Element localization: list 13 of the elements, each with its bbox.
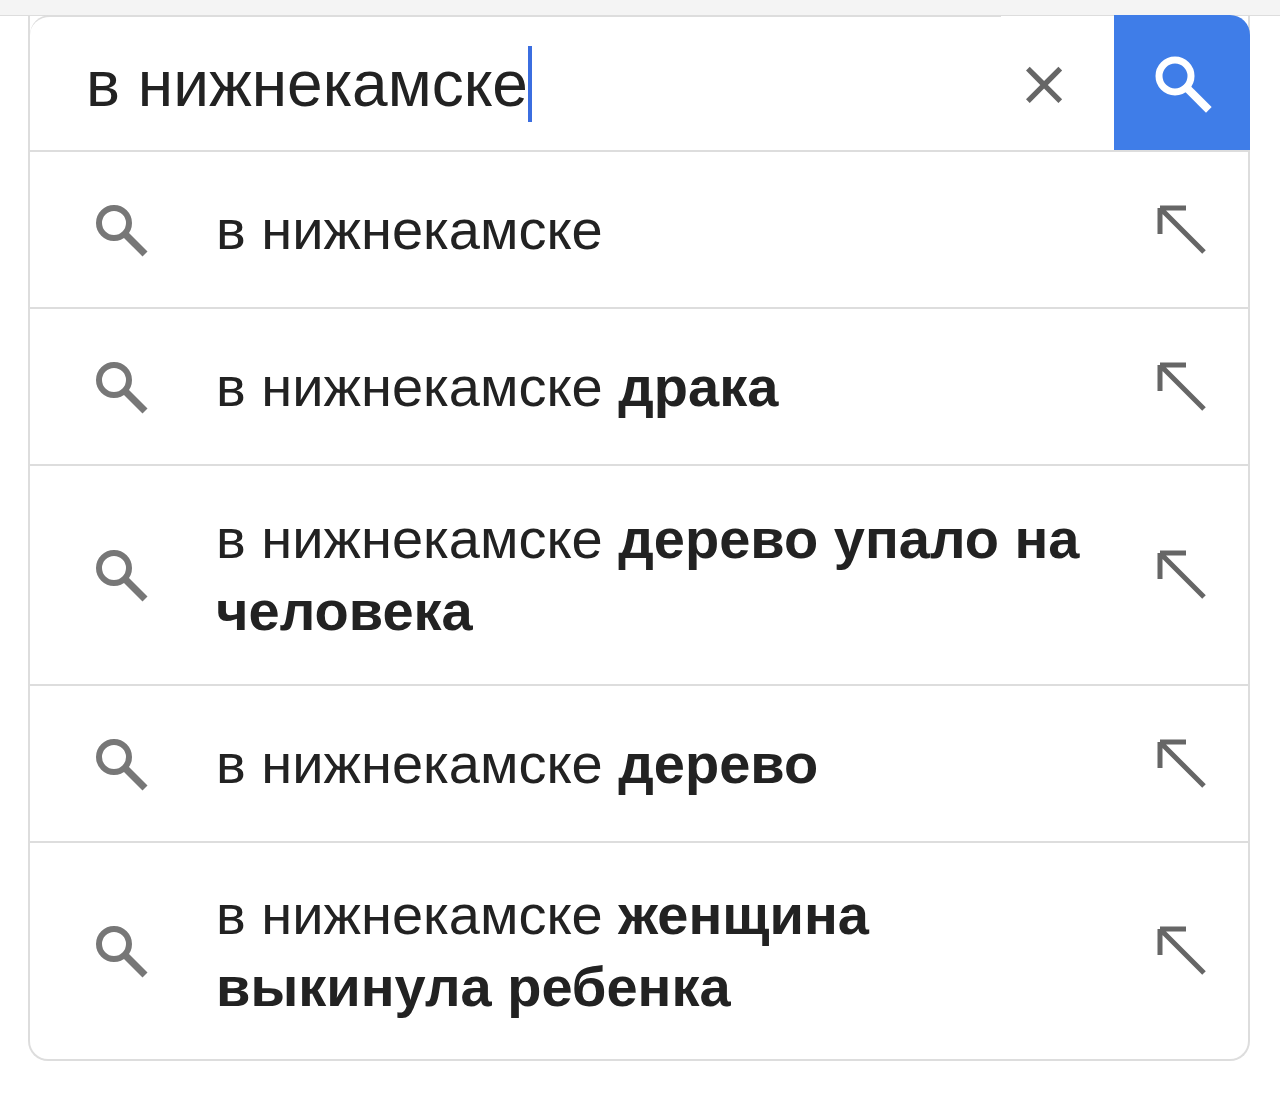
suggestion-item[interactable]: в нижнекамске дерево: [30, 686, 1248, 843]
suggestion-item[interactable]: в нижнекамске женщина выкинула ребенка: [30, 843, 1248, 1059]
search-field[interactable]: в нижнекамске: [30, 15, 1001, 150]
suggestion-item[interactable]: в нижнекамске: [30, 152, 1248, 309]
clear-button[interactable]: ×: [1001, 50, 1087, 115]
suggestion-text: в нижнекамске дерево: [215, 730, 820, 797]
search-button[interactable]: [1114, 15, 1250, 150]
suggestion-text: в нижнекамске женщина выкинула ребенка: [215, 882, 871, 1020]
suggestion-text: в нижнекамске дерево упало на человека: [215, 506, 1081, 644]
suggestion-item[interactable]: в нижнекамске драка: [30, 309, 1248, 466]
suggestion-text: в нижнекамске: [215, 196, 604, 263]
suggestion-text: в нижнекамске драка: [215, 353, 780, 420]
suggestion-item[interactable]: в нижнекамске дерево упало на человека: [30, 466, 1248, 686]
